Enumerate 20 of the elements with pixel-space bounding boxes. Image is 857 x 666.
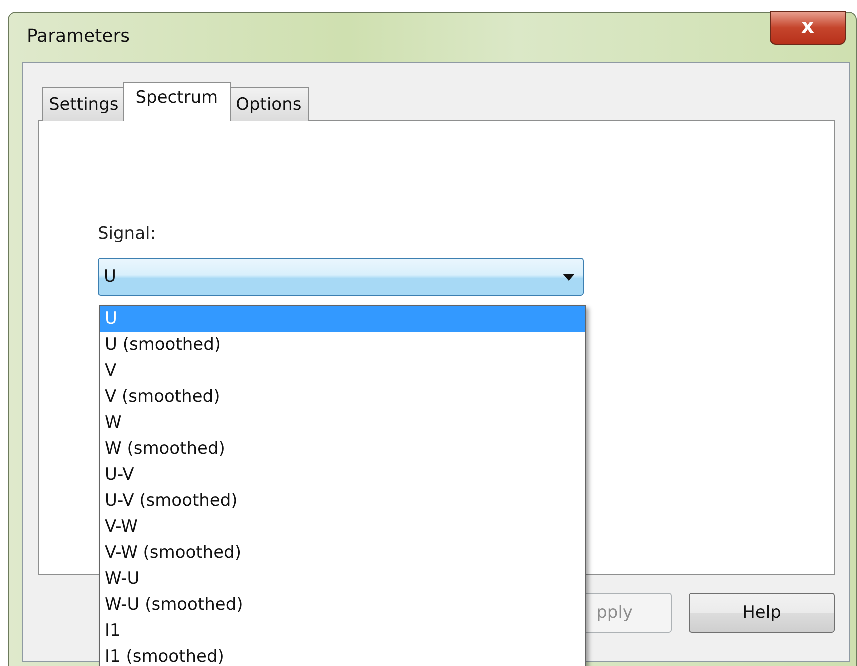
dropdown-option[interactable]: V-W bbox=[100, 514, 585, 540]
caret-icon bbox=[563, 274, 575, 280]
signal-label: Signal: bbox=[98, 224, 157, 244]
dropdown-option[interactable]: V (smoothed) bbox=[100, 384, 585, 410]
help-button[interactable]: Help bbox=[689, 593, 835, 633]
close-button[interactable]: x bbox=[770, 11, 846, 45]
dropdown-option[interactable]: U (smoothed) bbox=[100, 332, 585, 358]
dropdown-option[interactable]: I1 (smoothed) bbox=[100, 644, 585, 666]
tab[interactable]: Options bbox=[229, 87, 309, 121]
dropdown-option[interactable]: V bbox=[100, 358, 585, 384]
dropdown-option[interactable]: U-V (smoothed) bbox=[100, 488, 585, 514]
dropdown-option[interactable]: W (smoothed) bbox=[100, 436, 585, 462]
dropdown-option[interactable]: U-V bbox=[100, 462, 585, 488]
window-title: Parameters bbox=[27, 26, 130, 47]
tab[interactable]: Settings bbox=[42, 87, 126, 121]
signal-dropdown[interactable]: U bbox=[98, 258, 584, 296]
tab[interactable]: Spectrum bbox=[122, 82, 232, 121]
dropdown-option[interactable]: W bbox=[100, 410, 585, 436]
dropdown-option[interactable]: W-U bbox=[100, 566, 585, 592]
dropdown-option[interactable]: V-W (smoothed) bbox=[100, 540, 585, 566]
